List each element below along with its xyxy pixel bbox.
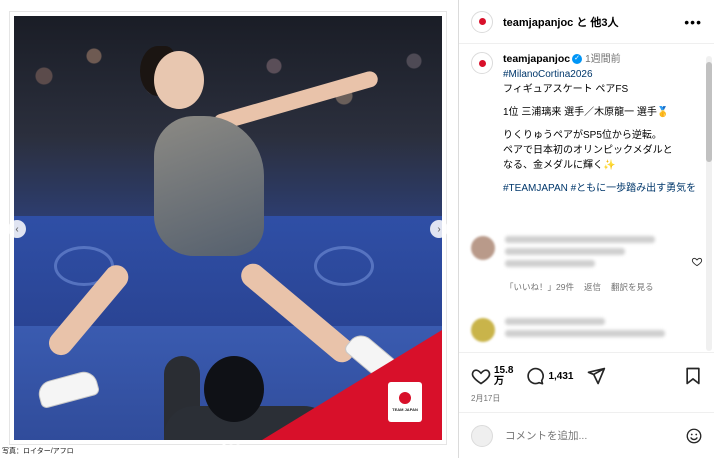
avatar[interactable]	[471, 10, 493, 33]
skater-dress	[154, 116, 264, 256]
post-author-names[interactable]: teamjapanjoc と 他3人	[503, 14, 619, 30]
translate-button[interactable]: 翻訳を見る	[611, 281, 654, 293]
olympic-rings-decoration	[314, 246, 374, 286]
rising-sun-icon	[478, 59, 486, 67]
previous-image-button[interactable]: ‹	[8, 220, 26, 238]
avatar[interactable]	[471, 52, 493, 74]
caption-line: 1位 三浦璃来 選手／木原龍一 選手🥇	[503, 107, 670, 118]
team-japan-emblem: TEAM JAPAN	[388, 382, 422, 422]
rising-sun-icon	[399, 392, 411, 404]
add-comment-bar	[459, 412, 714, 458]
rising-sun-icon	[478, 18, 486, 25]
blurred-comment-text	[505, 248, 625, 255]
post-media: TEAM JAPAN ‹ › 写真：ロイター/アフロ	[0, 0, 458, 458]
blurred-comment-text	[505, 260, 595, 267]
carousel-indicator	[222, 441, 240, 445]
like-button[interactable]: 15.8 万	[471, 365, 513, 387]
caption-line: りくりゅうペアがSP5位から逆転。	[503, 130, 662, 141]
caption-line: フィギュアスケート ペアFS	[503, 84, 629, 95]
avatar	[471, 424, 493, 447]
emoji-icon[interactable]	[685, 427, 703, 445]
carousel-dot	[236, 441, 240, 445]
likes-count-number: 15.8	[494, 365, 514, 376]
carousel-dot	[222, 441, 226, 445]
comment-likes-count[interactable]: 「いいね！」29件	[505, 281, 574, 293]
hashtag-link[interactable]: #TEAMJAPAN	[503, 183, 568, 194]
post-side-panel: teamjapanjoc と 他3人 ••• teamjapanjoc ✓ 1週間前…	[458, 0, 714, 458]
comment-icon	[527, 367, 545, 385]
photo-credit: 写真：ロイター/アフロ	[2, 448, 74, 455]
emblem-text: TEAM JAPAN	[392, 407, 418, 412]
heart-icon	[471, 369, 491, 385]
caption-line: ペアで日本初のオリンピックメダルと	[503, 145, 673, 156]
heart-icon[interactable]	[691, 256, 703, 267]
comment-item: 「いいね！」29件 返信 翻訳を見る	[471, 236, 703, 293]
more-horizontal-icon[interactable]: •••	[684, 14, 702, 30]
hashtag-link[interactable]: #MilanoCortina2026	[503, 67, 707, 82]
scroll-thumb[interactable]	[706, 62, 712, 162]
comment-button[interactable]: 1,431	[525, 366, 574, 386]
post-photo[interactable]: TEAM JAPAN	[9, 11, 447, 445]
post-header: teamjapanjoc と 他3人 •••	[459, 0, 714, 44]
bookmark-icon	[686, 367, 700, 385]
post-actions: 15.8 万 1,431 2月17日	[459, 352, 714, 404]
post-caption: teamjapanjoc ✓ 1週間前 #MilanoCortina2026 フィギ…	[471, 52, 707, 196]
comments-count[interactable]: 1,431	[548, 371, 573, 382]
next-image-button[interactable]: ›	[430, 220, 448, 238]
share-button[interactable]	[586, 366, 606, 386]
save-button[interactable]	[683, 366, 703, 386]
blurred-comment-text	[505, 318, 605, 325]
post-date[interactable]: 2月17日	[471, 393, 703, 404]
partner-head	[204, 356, 264, 422]
caption-line: なる、金メダルに輝く✨	[503, 160, 616, 171]
avatar[interactable]	[471, 318, 495, 342]
blurred-comment-text	[505, 330, 665, 337]
caption-username[interactable]: teamjapanjoc	[503, 53, 570, 65]
likes-count[interactable]: 15.8 万	[494, 365, 513, 387]
instagram-post-view: TEAM JAPAN ‹ › 写真：ロイター/アフロ teamjapanjoc …	[0, 0, 714, 458]
skater-head	[154, 51, 204, 109]
post-time[interactable]: 1週間前	[585, 54, 621, 65]
comment-item	[471, 318, 703, 342]
comment-input[interactable]	[505, 429, 675, 442]
carousel-dot	[229, 441, 233, 445]
comments-scrollbar[interactable]	[706, 56, 712, 351]
send-icon	[587, 367, 605, 385]
blurred-comment-text	[505, 236, 655, 243]
likes-count-unit: 万	[494, 376, 504, 387]
reply-button[interactable]: 返信	[584, 281, 601, 293]
hashtag-link[interactable]: #ともに一歩踏み出す勇気を	[571, 183, 697, 194]
verified-badge-icon: ✓	[572, 54, 583, 65]
avatar[interactable]	[471, 236, 495, 260]
